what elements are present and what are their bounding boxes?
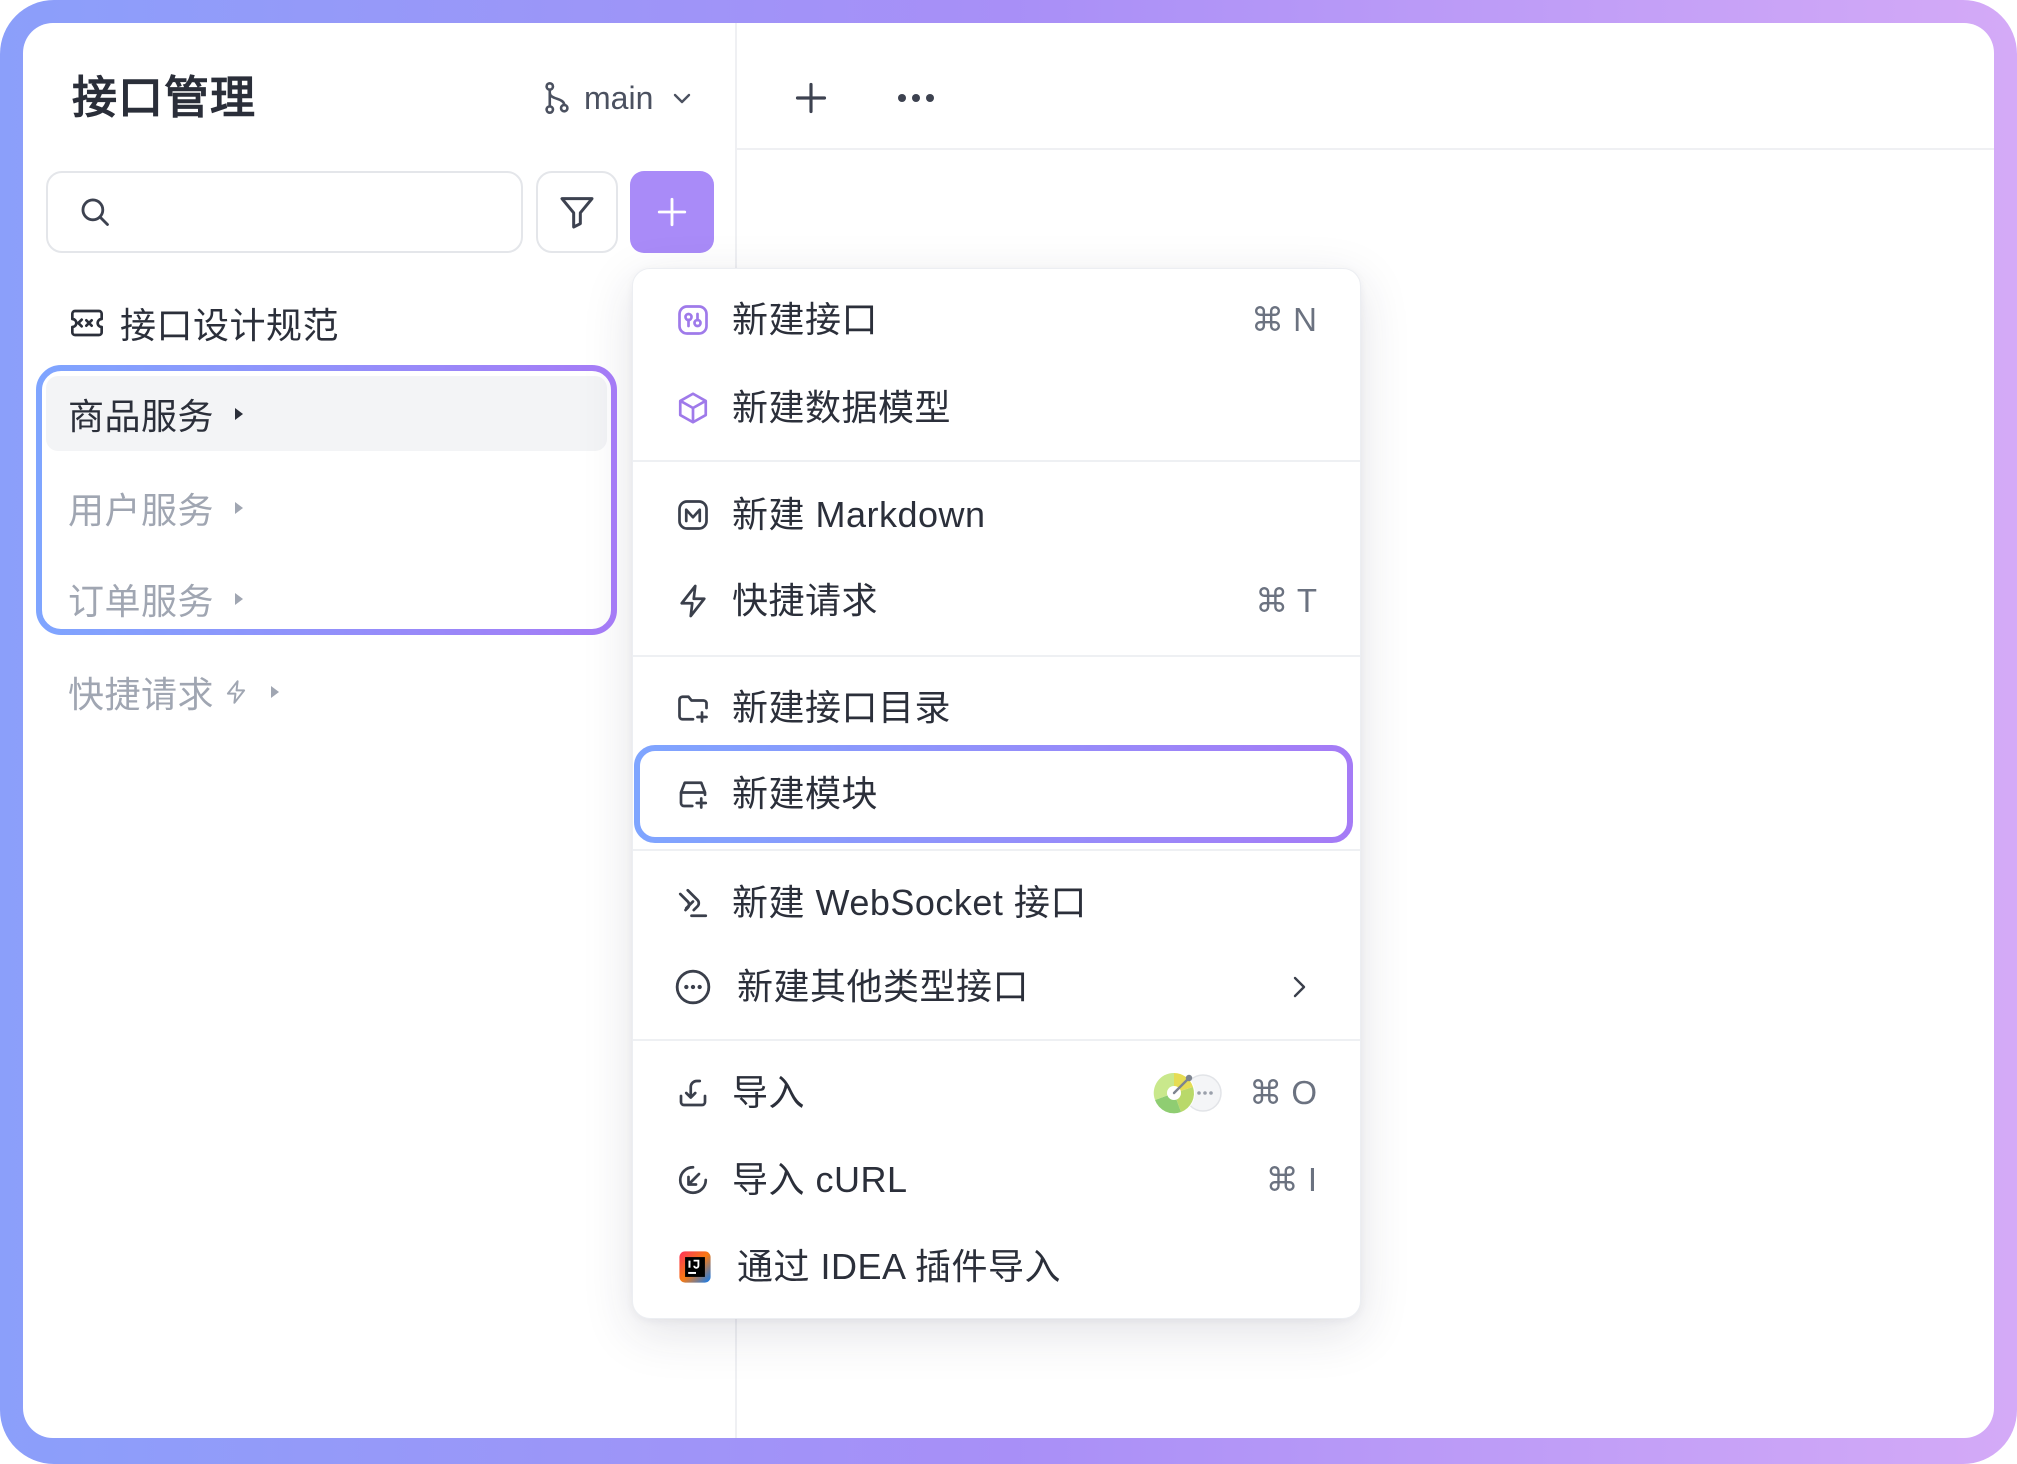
search-icon <box>81 198 109 226</box>
import-icon <box>679 1079 707 1107</box>
menu-item-quick-request[interactable]: 快捷请求 ⌘ T <box>633 561 1360 641</box>
bolt-icon <box>226 679 246 704</box>
menu-item-import-idea[interactable]: 通过 IDEA 插件导入 <box>633 1227 1360 1307</box>
bolt-icon <box>680 584 706 618</box>
menu-item-label: 快捷请求 <box>732 580 879 621</box>
sidebar-item-api-spec[interactable]: 接口设计规范 <box>46 296 607 350</box>
menu-item-label: 新建模块 <box>732 773 879 814</box>
chevron-right-icon <box>1293 976 1306 998</box>
shortcut-label: ⌘ N <box>1251 301 1317 338</box>
new-item-menu: 新建接口 ⌘ N 新建数据模型 新建 Markdown 快捷请求 ⌘ T 新建接… <box>632 268 1361 1319</box>
menu-item-new-module[interactable]: 新建模块 <box>633 754 1360 834</box>
caret-right-icon <box>235 407 244 420</box>
menu-item-new-api[interactable]: 新建接口 ⌘ N <box>633 280 1360 360</box>
import-sources-icon <box>1153 1072 1222 1114</box>
sidebar-group-label: 用户服务 <box>68 489 215 531</box>
intellij-idea-icon <box>679 1251 711 1283</box>
branch-selector[interactable]: main <box>540 76 700 120</box>
filter-icon <box>560 197 594 229</box>
menu-divider <box>633 849 1360 851</box>
menu-item-label: 导入 <box>732 1072 806 1113</box>
caret-right-icon <box>235 501 244 514</box>
api-spec-icon <box>71 309 103 337</box>
websocket-icon <box>678 888 708 918</box>
search-box[interactable] <box>46 171 523 253</box>
menu-item-new-markdown[interactable]: 新建 Markdown <box>633 475 1360 555</box>
curl-icon <box>678 1165 708 1195</box>
page-title: 接口管理 <box>72 72 257 123</box>
sidebar-quick-request[interactable]: 快捷请求 <box>46 654 607 729</box>
shortcut-label: ⌘ T <box>1255 582 1317 619</box>
sidebar-group-goods[interactable]: 商品服务 <box>46 376 607 451</box>
caret-right-icon <box>235 592 244 605</box>
menu-item-label: 新建 WebSocket 接口 <box>732 882 1087 923</box>
sidebar-group-orders[interactable]: 订单服务 <box>46 561 607 636</box>
sidebar-group-users[interactable]: 用户服务 <box>46 470 607 545</box>
caret-right-icon <box>271 685 280 698</box>
git-branch-icon <box>545 81 569 115</box>
tabbar-divider <box>737 148 1994 150</box>
menu-item-import[interactable]: 导入 ⌘ O <box>633 1053 1360 1133</box>
folder-plus-icon <box>678 695 708 723</box>
shortcut-label: ⌘ O <box>1249 1074 1317 1111</box>
menu-item-label: 新建其他类型接口 <box>737 966 1030 1007</box>
data-model-icon <box>678 392 708 424</box>
menu-item-import-curl[interactable]: 导入 cURL ⌘ I <box>633 1140 1360 1220</box>
branch-name: main <box>584 80 654 116</box>
module-plus-icon <box>679 781 708 809</box>
menu-item-label: 新建接口目录 <box>732 687 952 728</box>
more-dots-button[interactable] <box>896 91 936 105</box>
more-circle-icon <box>675 969 711 1005</box>
menu-item-label: 新建 Markdown <box>732 494 986 535</box>
menu-divider <box>633 655 1360 657</box>
plus-icon <box>657 197 687 227</box>
menu-item-new-data-model[interactable]: 新建数据模型 <box>633 368 1360 448</box>
menu-item-label: 新建接口 <box>732 299 879 340</box>
sidebar-quick-request-label: 快捷请求 <box>68 673 215 715</box>
menu-item-label: 导入 cURL <box>732 1159 908 1200</box>
filter-button[interactable] <box>536 171 618 253</box>
search-input[interactable] <box>130 173 510 251</box>
sidebar-group-label: 订单服务 <box>68 580 215 622</box>
menu-item-new-websocket[interactable]: 新建 WebSocket 接口 <box>633 863 1360 943</box>
menu-item-label: 通过 IDEA 插件导入 <box>737 1246 1062 1287</box>
menu-item-new-other-type[interactable]: 新建其他类型接口 <box>633 947 1360 1027</box>
chevron-down-icon <box>673 93 691 104</box>
new-tab-button[interactable] <box>793 80 829 116</box>
sidebar-item-label: 接口设计规范 <box>120 305 340 346</box>
menu-divider <box>633 1039 1360 1041</box>
markdown-icon <box>678 500 708 530</box>
menu-item-new-folder[interactable]: 新建接口目录 <box>633 668 1360 748</box>
api-icon <box>678 305 708 335</box>
menu-item-label: 新建数据模型 <box>732 387 952 428</box>
sidebar-group-label: 商品服务 <box>68 395 215 437</box>
menu-divider <box>633 460 1360 462</box>
shortcut-label: ⌘ I <box>1265 1161 1317 1198</box>
add-button[interactable] <box>630 171 714 253</box>
